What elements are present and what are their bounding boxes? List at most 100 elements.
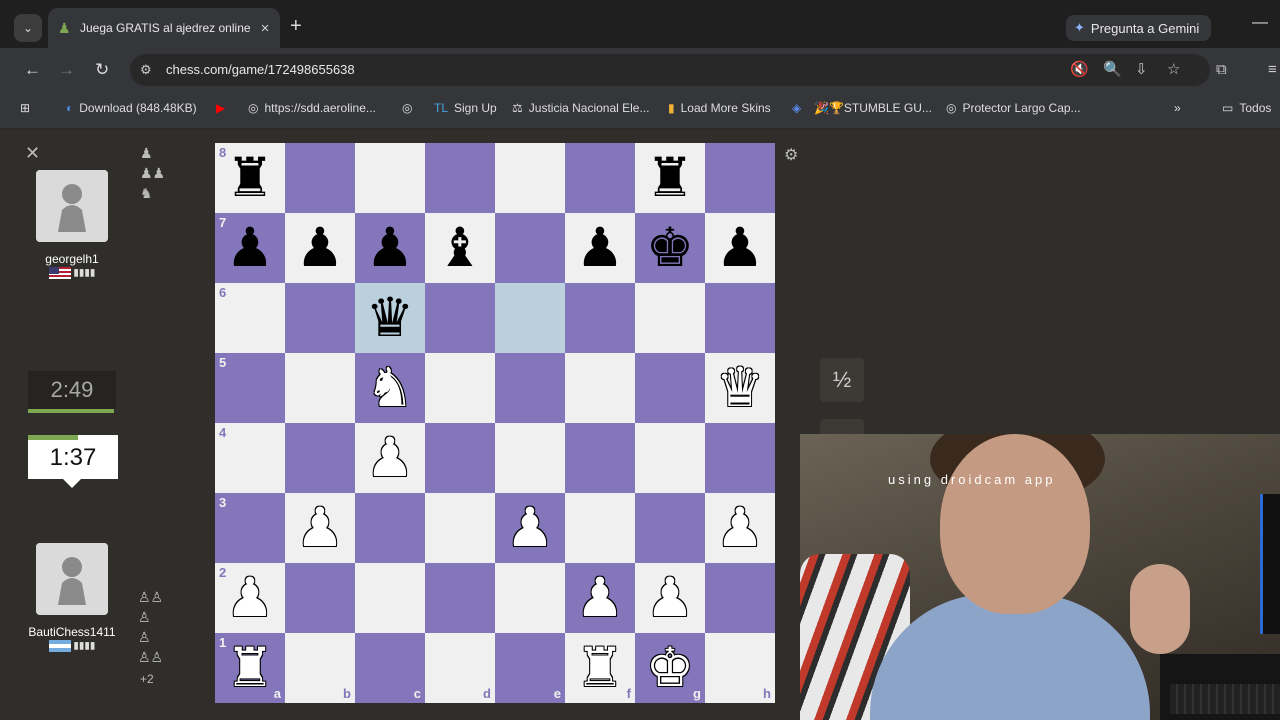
address-bar[interactable]: ⚙ chess.com/game/172498655638 — [130, 54, 1210, 86]
square-c1[interactable]: c — [355, 633, 425, 703]
close-icon[interactable]: ✕ — [25, 143, 40, 164]
square-a2[interactable]: 2 ♟ — [215, 563, 285, 633]
square-f2[interactable]: ♟ — [565, 563, 635, 633]
bookmark-youtube[interactable]: ▶ — [216, 101, 225, 115]
white-pawn-icon[interactable]: ♟ — [226, 571, 274, 625]
square-b2[interactable] — [285, 563, 355, 633]
square-h6[interactable] — [705, 283, 775, 353]
top-player-card[interactable]: georgelh1 ▮▮▮▮ — [27, 170, 117, 279]
white-pawn-icon[interactable]: ♟ — [296, 501, 344, 555]
square-d7[interactable]: ♝ — [425, 213, 495, 283]
square-f5[interactable] — [565, 353, 635, 423]
square-c5[interactable]: ♞ — [355, 353, 425, 423]
square-h1[interactable]: h — [705, 633, 775, 703]
square-b3[interactable]: ♟ — [285, 493, 355, 563]
white-pawn-icon[interactable]: ♟ — [646, 571, 694, 625]
square-h4[interactable] — [705, 423, 775, 493]
forward-arrow-icon[interactable]: → — [58, 60, 75, 80]
bookmark-globe[interactable]: ◎ — [402, 101, 412, 115]
square-e2[interactable] — [495, 563, 565, 633]
bookmark-todos[interactable]: ▭ Todos — [1222, 101, 1271, 115]
black-pawn-icon[interactable]: ♟ — [296, 221, 344, 275]
mute-tab-icon[interactable]: 🔇 — [1070, 61, 1089, 79]
square-b7[interactable]: ♟ — [285, 213, 355, 283]
square-d1[interactable]: d — [425, 633, 495, 703]
square-d8[interactable] — [425, 143, 495, 213]
minimize-window-icon[interactable]: — — [1252, 14, 1268, 32]
white-pawn-icon[interactable]: ♟ — [366, 431, 414, 485]
bottom-player-avatar[interactable] — [36, 543, 108, 615]
black-pawn-icon[interactable]: ♟ — [576, 221, 624, 275]
bookmark-roblox[interactable]: ◈ — [792, 101, 801, 115]
square-a4[interactable]: 4 — [215, 423, 285, 493]
square-d6[interactable] — [425, 283, 495, 353]
black-king-icon[interactable]: ♚ — [646, 221, 694, 275]
bottom-player-name[interactable]: BautiChess1411 — [27, 625, 117, 639]
square-g6[interactable] — [635, 283, 705, 353]
square-e6[interactable] — [495, 283, 565, 353]
square-a5[interactable]: 5 — [215, 353, 285, 423]
square-a6[interactable]: 6 — [215, 283, 285, 353]
board-settings-gear-icon[interactable]: ⚙ — [784, 145, 798, 165]
square-b6[interactable] — [285, 283, 355, 353]
square-c6[interactable]: ♛ — [355, 283, 425, 353]
black-bishop-icon[interactable]: ♝ — [436, 221, 484, 275]
square-b5[interactable] — [285, 353, 355, 423]
tab-search-chevron-icon[interactable]: ⌄ — [14, 14, 42, 42]
square-f1[interactable]: f ♜ — [565, 633, 635, 703]
gemini-button[interactable]: ✦ Pregunta a Gemini — [1066, 15, 1212, 41]
black-rook-icon[interactable]: ♜ — [646, 151, 694, 205]
url-text[interactable]: chess.com/game/172498655638 — [166, 62, 355, 77]
square-g5[interactable] — [635, 353, 705, 423]
square-g2[interactable]: ♟ — [635, 563, 705, 633]
resign-button[interactable] — [820, 419, 864, 435]
white-pawn-icon[interactable]: ♟ — [576, 571, 624, 625]
zoom-icon[interactable]: 🔍 — [1103, 61, 1122, 79]
extensions-icon[interactable]: ⧉ — [1216, 61, 1227, 79]
white-pawn-icon[interactable]: ♟ — [716, 501, 764, 555]
square-h3[interactable]: ♟ — [705, 493, 775, 563]
white-pawn-icon[interactable]: ♟ — [506, 501, 554, 555]
chess-board[interactable]: 8 ♜ ♜ 7 ♟ ♟ ♟ ♝ ♟ ♚ ♟ 6 ♛ 5 ♞ ♛ 4 ♟ 3 ♟ ♟ ♟ 2 ♟ ♟ ♟ 1 a ♜ b c d e f ♜ g ♚ h — [215, 143, 775, 703]
square-e7[interactable] — [495, 213, 565, 283]
black-pawn-icon[interactable]: ♟ — [226, 221, 274, 275]
square-c2[interactable] — [355, 563, 425, 633]
square-e4[interactable] — [495, 423, 565, 493]
bookmark-stumble[interactable]: 🎉🏆STUMBLE GU... — [814, 101, 932, 115]
white-rook-icon[interactable]: ♜ — [226, 641, 274, 695]
white-knight-icon[interactable]: ♞ — [366, 361, 414, 415]
square-f7[interactable]: ♟ — [565, 213, 635, 283]
square-f8[interactable] — [565, 143, 635, 213]
square-e1[interactable]: e — [495, 633, 565, 703]
square-g8[interactable]: ♜ — [635, 143, 705, 213]
top-player-avatar[interactable] — [36, 170, 108, 242]
square-f3[interactable] — [565, 493, 635, 563]
white-king-icon[interactable]: ♚ — [646, 641, 694, 695]
menu-icon[interactable]: ≡ — [1268, 61, 1277, 79]
square-b8[interactable] — [285, 143, 355, 213]
new-tab-button[interactable]: + — [290, 16, 302, 36]
square-c7[interactable]: ♟ — [355, 213, 425, 283]
active-tab[interactable]: ♟ Juega GRATIS al ajedrez online - × — [48, 8, 280, 48]
square-d2[interactable] — [425, 563, 495, 633]
white-queen-icon[interactable]: ♛ — [716, 361, 764, 415]
square-a7[interactable]: 7 ♟ — [215, 213, 285, 283]
apps-grid-icon[interactable]: ⊞ — [20, 101, 30, 115]
square-e8[interactable] — [495, 143, 565, 213]
top-player-name[interactable]: georgelh1 — [27, 252, 117, 266]
black-pawn-icon[interactable]: ♟ — [366, 221, 414, 275]
square-h7[interactable]: ♟ — [705, 213, 775, 283]
square-d5[interactable] — [425, 353, 495, 423]
square-a3[interactable]: 3 — [215, 493, 285, 563]
square-e5[interactable] — [495, 353, 565, 423]
square-b1[interactable]: b — [285, 633, 355, 703]
site-info-icon[interactable]: ⚙ — [140, 62, 152, 78]
square-b4[interactable] — [285, 423, 355, 493]
square-h5[interactable]: ♛ — [705, 353, 775, 423]
square-h2[interactable] — [705, 563, 775, 633]
reload-icon[interactable]: ↻ — [95, 60, 109, 80]
square-g1[interactable]: g ♚ — [635, 633, 705, 703]
install-app-icon[interactable]: ⇩ — [1135, 61, 1148, 79]
bookmark-signup[interactable]: TL Sign Up — [434, 101, 497, 115]
square-d3[interactable] — [425, 493, 495, 563]
